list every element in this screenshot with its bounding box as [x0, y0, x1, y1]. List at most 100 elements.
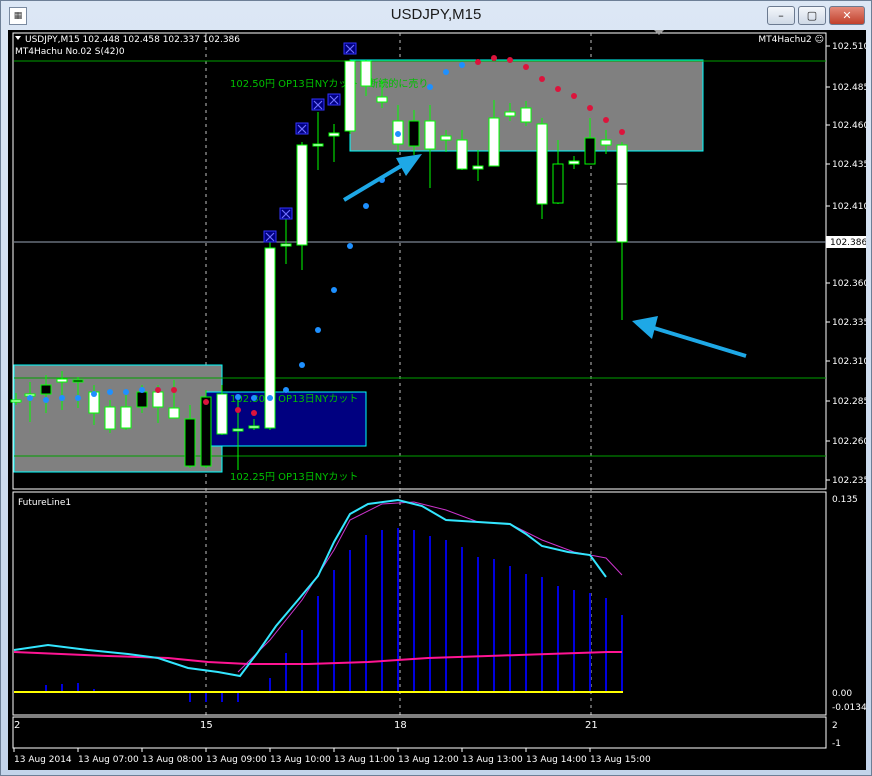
blue-dot — [107, 389, 113, 395]
candle-body — [120, 406, 132, 429]
blue-dot — [331, 287, 337, 293]
red-dot — [491, 55, 497, 61]
price-tick-label: 102.360 — [832, 279, 866, 289]
candle-body — [440, 135, 452, 141]
hour-label: 15 — [200, 720, 213, 731]
candle-body — [10, 399, 22, 403]
blue-dot — [395, 131, 401, 137]
chart-area[interactable]: 102.50円 OP13日NYカット・断続的に売り 102.30円 OP13日N… — [8, 30, 869, 770]
price-tick-label: 102.435 — [832, 160, 866, 170]
sub-tick-zero: 0.00 — [832, 689, 852, 699]
red-dot — [171, 387, 177, 393]
hour-tick-right: -1 — [832, 739, 841, 749]
maximize-button[interactable]: ▢ — [798, 6, 826, 25]
candle-body — [584, 137, 596, 165]
time-tick-label: 13 Aug 2014 — [14, 755, 72, 765]
red-dot — [555, 86, 561, 92]
blue-dot — [123, 389, 129, 395]
blue-dot — [235, 394, 241, 400]
blue-dot — [59, 395, 65, 401]
price-axis[interactable]: 102.510 102.485 102.460 102.435 102.410 102.3… — [826, 42, 869, 486]
price-tick-label: 102.335 — [832, 318, 866, 328]
indicator-label: MT4Hachu No.02 S(42)0 — [15, 47, 125, 57]
price-tick-label: 102.510 — [832, 42, 866, 52]
annotation-mid: 102.30円 OP13日NYカット — [230, 393, 358, 405]
red-dot — [203, 399, 209, 405]
candle-body — [168, 407, 180, 419]
time-tick-label: 13 Aug 13:00 — [462, 755, 523, 765]
main-window[interactable]: 102.50円 OP13日NYカット・断続的に売り 102.30円 OP13日N… — [10, 30, 827, 716]
signal-markers — [263, 42, 357, 243]
candle-body — [376, 96, 388, 103]
chart-menu-icon[interactable] — [15, 36, 21, 40]
subwindow-title: FutureLine1 — [18, 498, 71, 508]
red-dot — [235, 407, 241, 413]
time-tick-label: 13 Aug 15:00 — [590, 755, 651, 765]
red-dot — [571, 93, 577, 99]
blue-dot — [427, 84, 433, 90]
red-dot — [523, 64, 529, 70]
blue-dot — [267, 395, 273, 401]
window-title: USDJPY,M15 — [390, 6, 482, 23]
candle-body — [328, 132, 340, 137]
blue-dot — [283, 387, 289, 393]
time-tick-label: 13 Aug 14:00 — [526, 755, 587, 765]
candle-body — [568, 160, 580, 165]
title-bar[interactable]: ▦ USDJPY,M15 – ▢ ✕ — [1, 1, 871, 30]
red-dot — [155, 387, 161, 393]
time-tick-label: 13 Aug 11:00 — [334, 755, 395, 765]
candle-body — [600, 139, 612, 146]
candle-body — [408, 120, 420, 147]
candle-body — [216, 393, 228, 435]
blue-dot — [299, 362, 305, 368]
blue-dot — [443, 69, 449, 75]
candle-body — [40, 384, 52, 395]
candle-body — [504, 111, 516, 117]
blue-dot — [43, 397, 49, 403]
red-dot — [507, 57, 513, 63]
price-tick-label: 102.485 — [832, 83, 866, 93]
time-tick-label: 13 Aug 07:00 — [78, 755, 139, 765]
hour-tick-right: 2 — [832, 721, 838, 731]
blue-dot — [363, 203, 369, 209]
blue-dot — [251, 395, 257, 401]
candle-body — [552, 163, 564, 204]
candle-body — [456, 139, 468, 170]
annotation-lower: 102.25円 OP13日NYカット — [230, 471, 358, 483]
close-button[interactable]: ✕ — [829, 6, 865, 25]
price-tick-label: 102.310 — [832, 357, 866, 367]
minimize-button[interactable]: – — [767, 6, 795, 25]
candle-body — [56, 378, 68, 383]
candle-body — [472, 165, 484, 170]
blue-dot — [75, 395, 81, 401]
arrow-to-upper-candle — [342, 154, 422, 202]
candle-body — [520, 107, 532, 123]
red-dot — [619, 129, 625, 135]
candle-body — [280, 243, 292, 247]
candle-body — [248, 425, 260, 429]
candle-body — [184, 418, 196, 467]
time-axis[interactable]: 13 Aug 2014 13 Aug 07:00 13 Aug 08:00 13 Au… — [13, 748, 651, 765]
price-tick-label: 102.410 — [832, 202, 866, 212]
candle-body — [312, 143, 324, 147]
time-tick-label: 13 Aug 09:00 — [206, 755, 267, 765]
hour-label: 18 — [394, 720, 407, 731]
hour-label: 2 — [14, 720, 20, 731]
blue-dot — [91, 391, 97, 397]
candle-body — [536, 123, 548, 205]
candle-body — [104, 406, 116, 430]
blue-dot — [347, 243, 353, 249]
chart-canvas[interactable]: 102.50円 OP13日NYカット・断続的に売り 102.30円 OP13日N… — [8, 30, 869, 770]
candle-body — [488, 117, 500, 167]
current-price-label: 102.386 — [830, 238, 866, 248]
hour-label: 21 — [585, 720, 598, 731]
hour-strip: 2 15 18 21 2 -1 — [12, 716, 841, 749]
price-tick-label: 102.260 — [832, 437, 866, 447]
red-dot — [603, 117, 609, 123]
candle-body — [344, 60, 356, 132]
sub-tick-top: 0.135 — [832, 495, 858, 505]
chart-window: ▦ USDJPY,M15 – ▢ ✕ 102.50円 OP13日NYカット・断続… — [0, 0, 872, 776]
candle-body — [424, 120, 436, 150]
sub-window[interactable]: FutureLine1 0.135 0.00 -0.0134 — [12, 491, 867, 716]
ea-label: MT4Hachu2 ☺ — [758, 34, 824, 45]
